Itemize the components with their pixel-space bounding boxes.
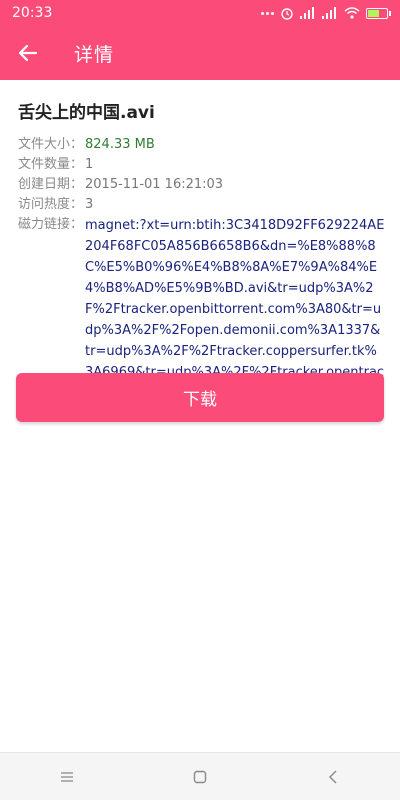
nav-home-button[interactable]: [180, 757, 220, 797]
file-details: 舌尖上的中国.avi 文件大小： 824.33 MB 文件数量： 1 创建日期：…: [18, 98, 386, 404]
file-count-label: 文件数量：: [18, 157, 84, 172]
created-date-label: 创建日期：: [18, 177, 84, 192]
signal-2-icon: [322, 7, 336, 19]
status-bar: 20:33: [0, 0, 400, 26]
file-count-value: 1: [85, 157, 94, 172]
file-size-label: 文件大小：: [18, 137, 84, 152]
back-button[interactable]: [0, 26, 56, 80]
created-date-row: 创建日期： 2015-11-01 16:21:03: [18, 175, 386, 195]
wifi-icon: [344, 7, 360, 19]
page-title: 详情: [74, 43, 115, 66]
heat-row: 访问热度： 3: [18, 195, 386, 215]
file-size-row: 文件大小： 824.33 MB: [18, 135, 386, 155]
created-date-value: 2015-11-01 16:21:03: [85, 177, 224, 192]
app-bar: 详情: [0, 26, 400, 80]
nav-back-button[interactable]: [313, 757, 353, 797]
heat-label: 访问热度：: [18, 197, 84, 212]
file-count-row: 文件数量： 1: [18, 155, 386, 175]
alarm-icon: [281, 8, 293, 20]
square-icon: [193, 770, 207, 783]
download-button[interactable]: 下载: [16, 373, 384, 422]
status-time: 20:33: [12, 5, 53, 21]
menu-icon: [60, 771, 73, 782]
system-nav-bar: [0, 752, 400, 800]
chevron-left-icon: [329, 770, 337, 783]
file-size-value: 824.33 MB: [85, 137, 155, 152]
nav-menu-button[interactable]: [47, 757, 87, 797]
battery-icon: [366, 7, 391, 19]
arrow-left-icon: [18, 44, 38, 62]
status-icons: [261, 6, 391, 20]
signal-icon: [300, 7, 314, 19]
more-notifications-icon: [261, 11, 274, 15]
file-name: 舌尖上的中国.avi: [18, 103, 155, 123]
heat-value: 3: [85, 197, 94, 212]
